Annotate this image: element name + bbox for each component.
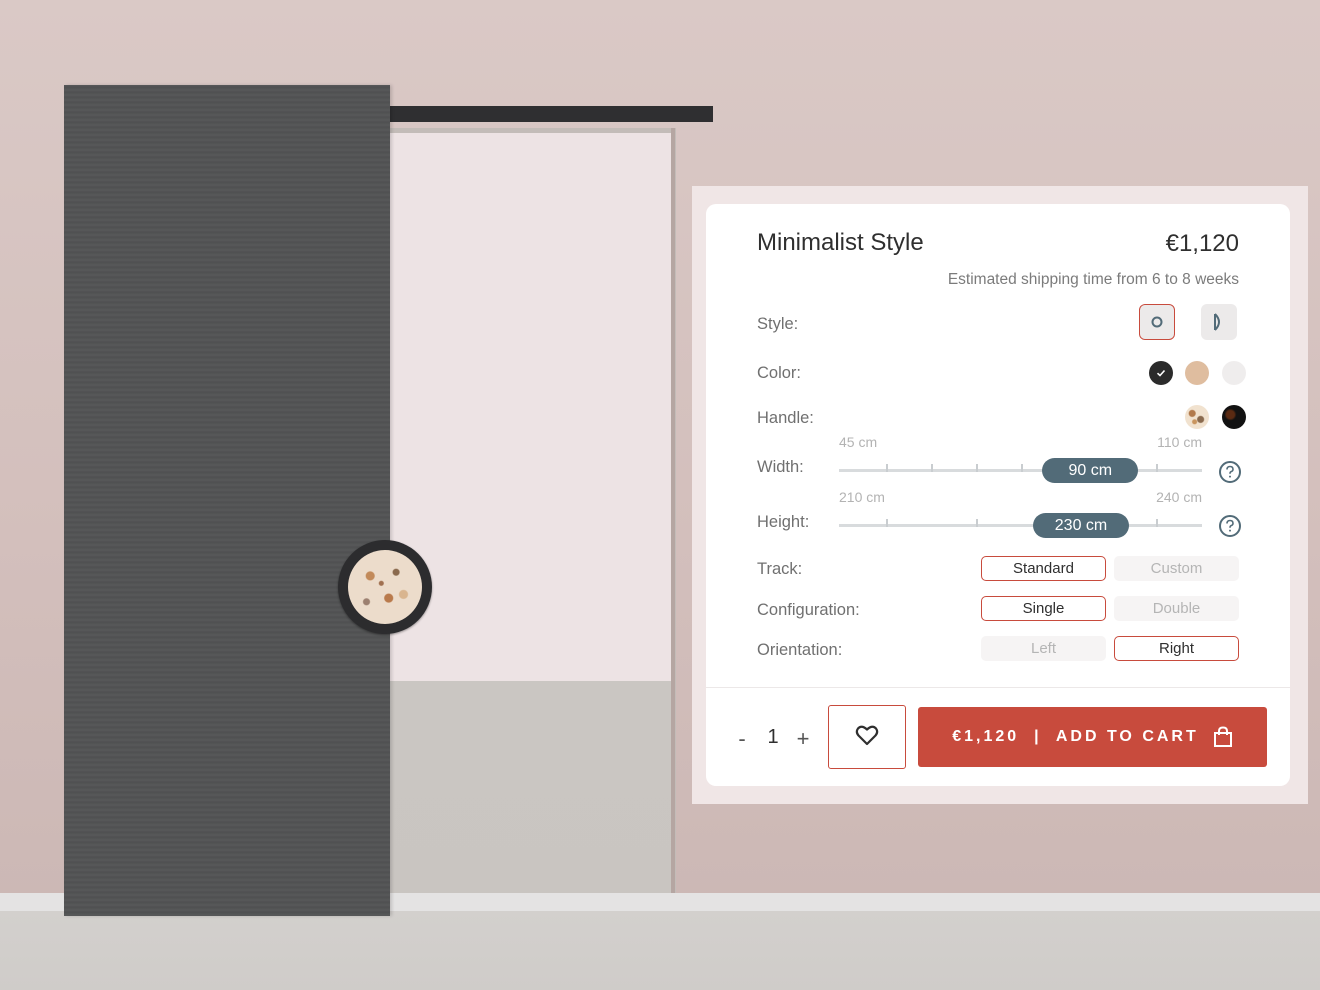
opening-floor	[390, 681, 672, 908]
width-tick	[1021, 464, 1023, 472]
orientation-label: Orientation:	[757, 641, 843, 659]
product-title: Minimalist Style	[757, 229, 924, 256]
terrazzo-handle-insert	[348, 550, 422, 624]
color-label: Color:	[757, 364, 802, 382]
orientation-option-left[interactable]: Left	[981, 636, 1106, 661]
width-label: Width:	[757, 458, 804, 476]
opening-back-wall	[390, 133, 672, 681]
width-tick	[976, 464, 978, 472]
style-label: Style:	[757, 315, 799, 333]
width-help-icon[interactable]	[1219, 461, 1241, 483]
check-icon	[1149, 361, 1173, 385]
track-label: Track:	[757, 560, 803, 578]
door-handle	[338, 540, 432, 634]
configuration-option-double[interactable]: Double	[1114, 596, 1239, 621]
shipping-estimate: Estimated shipping time from 6 to 8 week…	[947, 271, 1239, 288]
height-min-label: 210 cm	[839, 489, 885, 505]
width-slider-thumb[interactable]: 90 cm	[1042, 458, 1139, 483]
orientation-option-right[interactable]: Right	[1114, 636, 1239, 661]
style-option-round[interactable]	[1139, 304, 1175, 340]
sliding-track-rail	[385, 106, 713, 122]
configurator-frame: Minimalist Style €1,120 Estimated shippi…	[692, 186, 1308, 804]
sliding-door-preview	[64, 85, 432, 916]
color-swatch-sand[interactable]	[1185, 361, 1209, 385]
width-tick	[931, 464, 933, 472]
color-swatch-charcoal[interactable]	[1149, 361, 1173, 385]
floor	[0, 911, 1320, 990]
add-to-cart-label: €1,120 | ADD TO CART	[952, 728, 1199, 745]
track-option-custom[interactable]: Custom	[1114, 556, 1239, 581]
height-slider-thumb[interactable]: 230 cm	[1033, 513, 1129, 538]
configurator-panel: Minimalist Style €1,120 Estimated shippi…	[706, 204, 1290, 786]
handle-swatch-terrazzo[interactable]	[1185, 405, 1209, 429]
height-tick	[886, 519, 888, 527]
height-max-label: 240 cm	[1156, 489, 1202, 505]
panel-divider	[706, 687, 1290, 688]
add-to-cart-button[interactable]: €1,120 | ADD TO CART	[918, 707, 1267, 767]
style-option-half-moon[interactable]	[1201, 304, 1237, 340]
height-help-icon[interactable]	[1219, 515, 1241, 537]
width-tick	[886, 464, 888, 472]
heart-icon	[855, 724, 879, 751]
handle-swatch-dark[interactable]	[1222, 405, 1246, 429]
quantity-value: 1	[767, 726, 779, 748]
width-min-label: 45 cm	[839, 434, 878, 450]
height-label: Height:	[757, 513, 810, 531]
wishlist-button[interactable]	[828, 705, 906, 769]
height-slider-track[interactable]	[839, 524, 1202, 527]
quantity-decrease-button[interactable]: -	[730, 726, 754, 752]
color-swatch-white[interactable]	[1222, 361, 1246, 385]
height-tick	[976, 519, 978, 527]
shopping-bag-icon	[1213, 726, 1233, 748]
half-moon-handle-icon	[1202, 305, 1236, 339]
width-tick	[1156, 464, 1158, 472]
product-price: €1,120	[1165, 230, 1239, 257]
opening-edge	[671, 128, 675, 908]
quantity-increase-button[interactable]: +	[791, 726, 815, 752]
configuration-option-single[interactable]: Single	[981, 596, 1106, 621]
configuration-label: Configuration:	[757, 601, 860, 619]
height-tick	[1156, 519, 1158, 527]
handle-label: Handle:	[757, 409, 814, 427]
track-option-standard[interactable]: Standard	[981, 556, 1106, 581]
round-handle-icon	[1140, 305, 1174, 339]
width-max-label: 110 cm	[1157, 434, 1202, 450]
